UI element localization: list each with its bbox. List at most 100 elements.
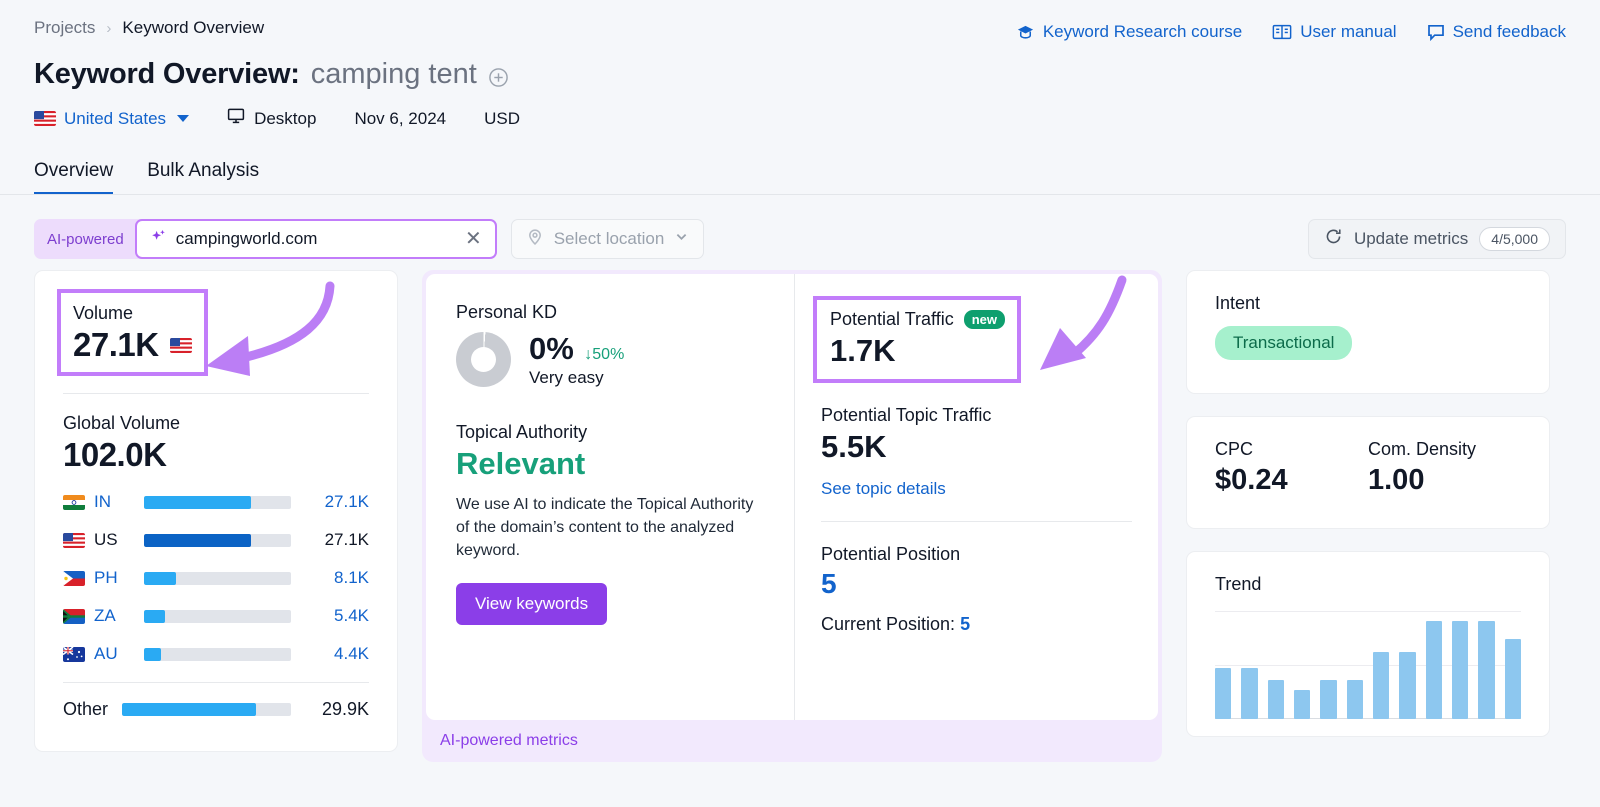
ph-flag <box>63 571 85 586</box>
trend-bar <box>1268 680 1284 719</box>
trend-bar <box>1241 668 1257 719</box>
chevron-down-icon <box>674 229 689 249</box>
other-volume-row: Other 29.9K <box>63 699 369 720</box>
update-metrics-button[interactable]: Update metrics 4/5,000 <box>1308 219 1566 259</box>
main-content: Volume 27.1K Global Volume 102.0K <box>0 270 1600 762</box>
country-bar-track <box>144 534 291 547</box>
send-feedback-label: Send feedback <box>1453 22 1566 42</box>
ai-powered-label: AI-powered <box>47 231 135 248</box>
user-manual-link[interactable]: User manual <box>1272 22 1396 42</box>
send-feedback-link[interactable]: Send feedback <box>1427 22 1566 42</box>
trend-chart <box>1215 611 1521 719</box>
cpc-density-card: CPC $0.24 Com. Density 1.00 <box>1186 416 1550 529</box>
country-volume-value: 27.1K <box>305 530 369 550</box>
currency-label-wrap: USD <box>484 109 520 129</box>
filter-toolbar: AI-powered campingworld.com ✕ Select loc… <box>0 208 1600 270</box>
new-badge: new <box>964 310 1005 329</box>
kd-text-group: 0% ↓50% Very easy <box>529 331 624 388</box>
personal-kd-label: Personal KD <box>456 302 764 323</box>
trend-bar <box>1347 680 1363 719</box>
trend-bar <box>1294 690 1310 719</box>
device-selector[interactable]: Desktop <box>227 107 316 130</box>
cpc-group: CPC $0.24 <box>1215 439 1368 504</box>
ai-domain-group: AI-powered campingworld.com ✕ <box>34 219 497 259</box>
country-bar-track <box>144 496 291 509</box>
graduation-cap-icon <box>1016 23 1035 42</box>
keyword-research-course-label: Keyword Research course <box>1043 22 1242 42</box>
potential-traffic-highlight-box: Potential Traffic new 1.7K <box>813 296 1021 383</box>
country-row: PH 8.1K <box>63 568 369 588</box>
trend-label: Trend <box>1215 574 1521 595</box>
potential-position-label: Potential Position <box>821 544 1158 565</box>
view-keywords-button[interactable]: View keywords <box>456 583 607 625</box>
tab-overview[interactable]: Overview <box>34 160 113 195</box>
keyword-research-course-link[interactable]: Keyword Research course <box>1016 22 1242 42</box>
country-bar-track <box>144 572 291 585</box>
topical-authority-description: We use AI to indicate the Topical Author… <box>456 494 764 563</box>
country-volume-value: 4.4K <box>305 644 369 664</box>
location-select[interactable]: Select location <box>511 219 705 259</box>
other-bar-fill <box>122 703 256 716</box>
chevron-down-icon <box>177 115 189 122</box>
plus-circle-icon[interactable] <box>488 67 509 88</box>
ai-right-pane: Potential Traffic new 1.7K Potential Top… <box>794 274 1158 720</box>
country-bar-track <box>144 648 291 661</box>
country-label: United States <box>64 109 166 129</box>
au-flag <box>63 647 85 662</box>
volume-value: 27.1K <box>73 326 159 364</box>
country-row: IN27.1K <box>63 492 369 512</box>
tab-underline <box>0 194 1600 195</box>
personal-kd-value: 0% <box>529 331 574 367</box>
other-label: Other <box>63 699 122 720</box>
tab-bulk-analysis[interactable]: Bulk Analysis <box>147 160 259 195</box>
volume-label: Volume <box>73 303 192 324</box>
country-bar-fill <box>144 496 251 509</box>
domain-input-wrap[interactable]: campingworld.com ✕ <box>135 219 497 259</box>
density-value: 1.00 <box>1368 464 1521 497</box>
trend-card: Trend <box>1186 551 1550 737</box>
trend-bar <box>1373 652 1389 719</box>
density-group: Com. Density 1.00 <box>1368 439 1521 504</box>
page-meta: United States Desktop Nov 6, 2024 USD <box>34 107 1566 130</box>
current-position-value: 5 <box>960 614 970 634</box>
density-label: Com. Density <box>1368 439 1521 460</box>
ai-powered-metrics-footer: AI-powered metrics <box>426 720 1158 762</box>
personal-kd-delta: ↓50% <box>584 346 624 363</box>
country-selector[interactable]: United States <box>34 109 189 129</box>
global-volume-value: 102.0K <box>63 436 369 474</box>
intent-label: Intent <box>1215 293 1521 314</box>
potential-topic-traffic-value: 5.5K <box>821 429 1158 465</box>
country-bar-fill <box>144 534 251 547</box>
country-code: AU <box>94 644 144 664</box>
see-topic-details-link[interactable]: See topic details <box>821 479 946 499</box>
potential-position-value: 5 <box>821 568 1158 600</box>
country-volume-value: 8.1K <box>305 568 369 588</box>
page-title-keyword: camping tent <box>311 58 477 91</box>
breadcrumb-current[interactable]: Keyword Overview <box>122 18 264 38</box>
user-manual-label: User manual <box>1300 22 1396 42</box>
date-label: Nov 6, 2024 <box>354 109 446 129</box>
country-row: AU 4.4K <box>63 644 369 664</box>
trend-bar <box>1478 621 1494 719</box>
country-code: PH <box>94 568 144 588</box>
location-placeholder-label: Select location <box>554 229 665 249</box>
sparkle-icon <box>150 228 167 250</box>
current-position-row: Current Position: 5 <box>821 614 1158 635</box>
volume-column: Volume 27.1K Global Volume 102.0K <box>34 270 398 752</box>
other-value: 29.9K <box>305 699 369 720</box>
clear-domain-icon[interactable]: ✕ <box>465 229 482 249</box>
cpc-value: $0.24 <box>1215 464 1368 497</box>
comment-icon <box>1427 23 1445 41</box>
right-column: Intent Transactional CPC $0.24 Com. Dens… <box>1186 270 1550 737</box>
page-title: Keyword Overview: camping tent <box>34 58 1566 91</box>
breadcrumb-projects[interactable]: Projects <box>34 18 95 38</box>
currency-label: USD <box>484 109 520 129</box>
device-label: Desktop <box>254 109 316 129</box>
domain-input[interactable]: campingworld.com <box>176 229 456 249</box>
cpc-label: CPC <box>1215 439 1368 460</box>
ai-metrics-inner: Personal KD 0% ↓50% Very easy Topical Au… <box>426 274 1158 720</box>
country-bar-fill <box>144 610 165 623</box>
volume-card: Volume 27.1K Global Volume 102.0K <box>34 270 398 752</box>
divider <box>63 682 369 683</box>
tab-bar: Overview Bulk Analysis <box>34 160 1566 195</box>
